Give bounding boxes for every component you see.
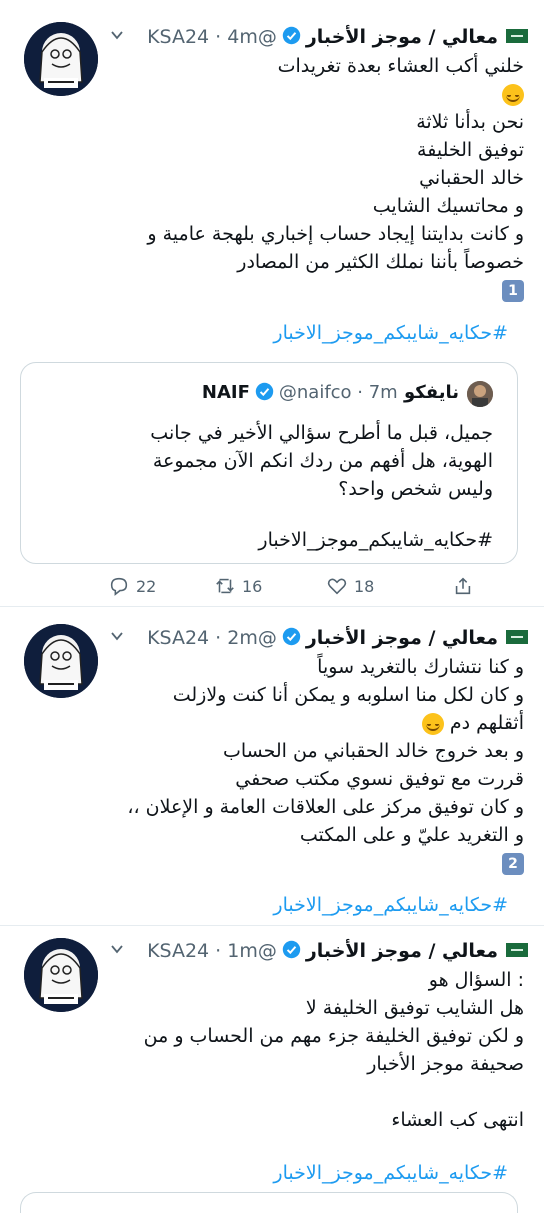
text-line: و كان لكل منا اسلوبه و يمكن أنا كنت ولاز… <box>172 684 524 706</box>
quoted-header: نايفكو NAIF@naifco · 7m <box>201 382 459 403</box>
text-line: نحن بدأنا ثلاثة <box>416 111 524 133</box>
tweet-3[interactable]: معالي / موجز الأخبار@KSA24 · 1m : السؤال… <box>0 926 544 1213</box>
display-name[interactable]: معالي / موجز الأخبار <box>306 26 498 48</box>
tweet-text: و كنا نتشارك بالتغريد سوياً و كان لكل من… <box>94 653 524 877</box>
avatar[interactable] <box>24 938 98 1012</box>
chevron-down-icon[interactable] <box>110 629 124 643</box>
text-line: و لكن توفيق الخليفة جزء مهم من الحساب و … <box>143 1025 524 1047</box>
tweet-actions: 22 16 18 <box>0 572 544 600</box>
chevron-down-icon[interactable] <box>110 28 124 42</box>
smirk-face-emoji <box>421 712 444 735</box>
verified-badge-icon <box>282 26 301 45</box>
text-line: خالد الحقباني <box>419 167 524 189</box>
quoted-tweet-edge <box>20 1192 518 1213</box>
text-line: و كنا نتشارك بالتغريد سوياً <box>317 656 524 678</box>
text-line: خصوصاً بأننا نملك الكثير من المصادر <box>237 251 524 273</box>
tweet-header: معالي / موجز الأخبار@KSA24 · 1m <box>110 936 528 966</box>
share-icon <box>455 577 471 595</box>
text-line: قررت مع توفيق نسوي مكتب صحفي <box>235 768 524 790</box>
text-line: و كان توفيق مركز على العلاقات العامة و ا… <box>127 796 524 818</box>
relaxed-face-emoji <box>502 83 524 106</box>
text-line: و محاتسيك الشايب <box>372 195 524 217</box>
text-line: أثقلهم دم <box>449 712 524 734</box>
tweet-text: : السؤال هو هل الشايب توفيق الخليفة لا و… <box>94 966 524 1134</box>
text-line: و التغريد عليّ و على المكتب <box>299 824 524 846</box>
reply-icon <box>110 577 128 596</box>
text-line: توفيق الخليفة <box>417 139 524 161</box>
text-line: الهوية، هل أفهم من ردك انكم الآن مجموعة <box>152 450 493 472</box>
display-name[interactable]: معالي / موجز الأخبار <box>306 940 498 962</box>
keycap-icon: 2 <box>502 852 524 875</box>
quoted-text: جميل، قبل ما أطرح سؤالي الأخير في جانب ا… <box>53 419 493 503</box>
text-line: انتهى كب العشاء <box>391 1109 524 1131</box>
quoted-hashtag: #حكايه_شايبكم_موجز_الاخبار <box>258 529 493 551</box>
tweet-2[interactable]: معالي / موجز الأخبار@KSA24 · 2m و كنا نت… <box>0 607 544 925</box>
like-button[interactable]: 18 <box>326 572 374 600</box>
timestamp[interactable]: 2m <box>227 627 258 649</box>
like-count: 18 <box>354 576 375 596</box>
saudi-flag-icon <box>506 28 528 43</box>
text-line: و بعد خروج خالد الحقباني من الحساب <box>223 740 524 762</box>
quoted-tweet[interactable]: نايفكو NAIF@naifco · 7m جميل، قبل ما أطر… <box>20 362 518 564</box>
tweet-1[interactable]: معالي / موجز الأخبار@KSA24 · 4m خلني أكب… <box>0 0 544 606</box>
retweet-icon <box>216 578 234 594</box>
like-icon <box>327 578 347 595</box>
quoted-timestamp: 7m <box>368 382 398 403</box>
avatar[interactable] <box>24 624 98 698</box>
text-line: هل الشايب توفيق الخليفة لا <box>305 997 524 1019</box>
retweet-button[interactable]: 16 <box>214 572 262 600</box>
share-button[interactable] <box>452 572 474 600</box>
text-line: وليس شخص واحد؟ <box>338 478 493 500</box>
tweet-header: معالي / موجز الأخبار@KSA24 · 2m <box>110 623 528 653</box>
hashtag-link[interactable]: #حكايه_شايبكم_موجز_الاخبار <box>273 1162 508 1184</box>
tweet-text: خلني أكب العشاء بعدة تغريدات نحن بدأنا ث… <box>94 52 524 304</box>
chevron-down-icon[interactable] <box>110 942 124 956</box>
retweet-count: 16 <box>242 576 263 596</box>
text-line: و كانت بدايتنا إيجاد حساب إخباري بلهجة ع… <box>147 223 524 245</box>
verified-badge-icon <box>255 382 274 400</box>
reply-count: 22 <box>136 576 157 596</box>
text-line <box>94 1078 524 1106</box>
reply-button[interactable]: 22 <box>108 572 156 600</box>
text-line: جميل، قبل ما أطرح سؤالي الأخير في جانب <box>150 422 493 444</box>
text-line: خلني أكب العشاء بعدة تغريدات <box>277 55 524 77</box>
saudi-flag-icon <box>506 942 528 957</box>
hashtag-link[interactable]: #حكايه_شايبكم_موجز_الاخبار <box>273 322 508 344</box>
display-name[interactable]: معالي / موجز الأخبار <box>306 627 498 649</box>
verified-badge-icon <box>282 940 301 959</box>
quoted-handle: @naifco <box>278 382 352 403</box>
hashtag-link[interactable]: #حكايه_شايبكم_موجز_الاخبار <box>273 894 508 916</box>
timestamp[interactable]: 1m <box>227 940 258 962</box>
quoted-avatar[interactable] <box>467 381 493 407</box>
keycap-icon: 1 <box>502 279 524 302</box>
text-line: صحيفة موجز الأخبار <box>367 1053 524 1075</box>
text-line: : السؤال هو <box>428 969 524 991</box>
timestamp[interactable]: 4m <box>227 26 258 48</box>
saudi-flag-icon <box>506 629 528 644</box>
tweet-header: معالي / موجز الأخبار@KSA24 · 4m <box>110 22 528 52</box>
avatar[interactable] <box>24 22 98 96</box>
verified-badge-icon <box>282 627 301 646</box>
